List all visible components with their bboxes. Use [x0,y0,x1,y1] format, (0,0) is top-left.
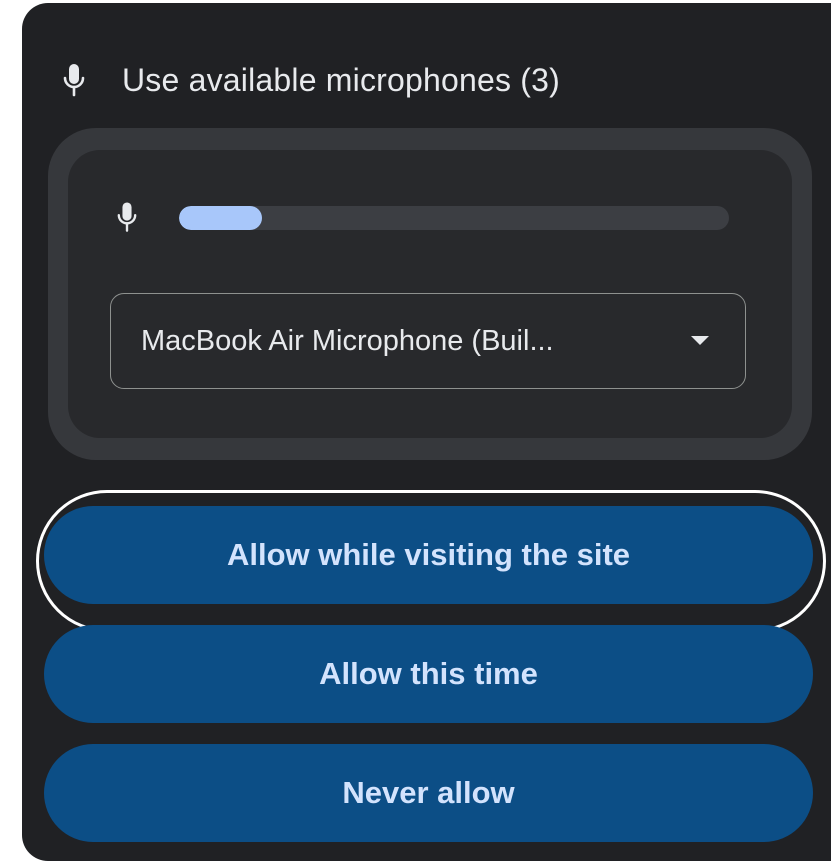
allow-this-time-button[interactable]: Allow this time [44,625,813,723]
allow-this-time-label: Allow this time [319,656,538,691]
mic-level-fill [179,206,262,230]
mic-level-meter [179,206,729,230]
microphone-device-card: MacBook Air Microphone (Buil... [48,128,812,460]
microphones-header: Use available microphones (3) [58,55,560,105]
microphone-permission-dialog: Use available microphones (3) MacBook Ai… [22,3,831,861]
allow-while-visiting-label: Allow while visiting the site [226,537,631,572]
microphone-icon [58,55,90,105]
never-allow-button[interactable]: Never allow [44,744,813,842]
microphone-icon [112,194,142,240]
allow-while-visiting-button[interactable]: Allow while visiting the site [44,506,813,604]
microphone-select-value: MacBook Air Microphone (Buil... [141,324,554,357]
microphones-header-label: Use available microphones (3) [122,61,561,98]
chevron-down-icon [691,336,709,345]
never-allow-label: Never allow [342,775,515,810]
microphone-device-panel: MacBook Air Microphone (Buil... [68,150,792,438]
microphone-select[interactable]: MacBook Air Microphone (Buil... [110,293,746,389]
mic-level-row [112,194,142,240]
